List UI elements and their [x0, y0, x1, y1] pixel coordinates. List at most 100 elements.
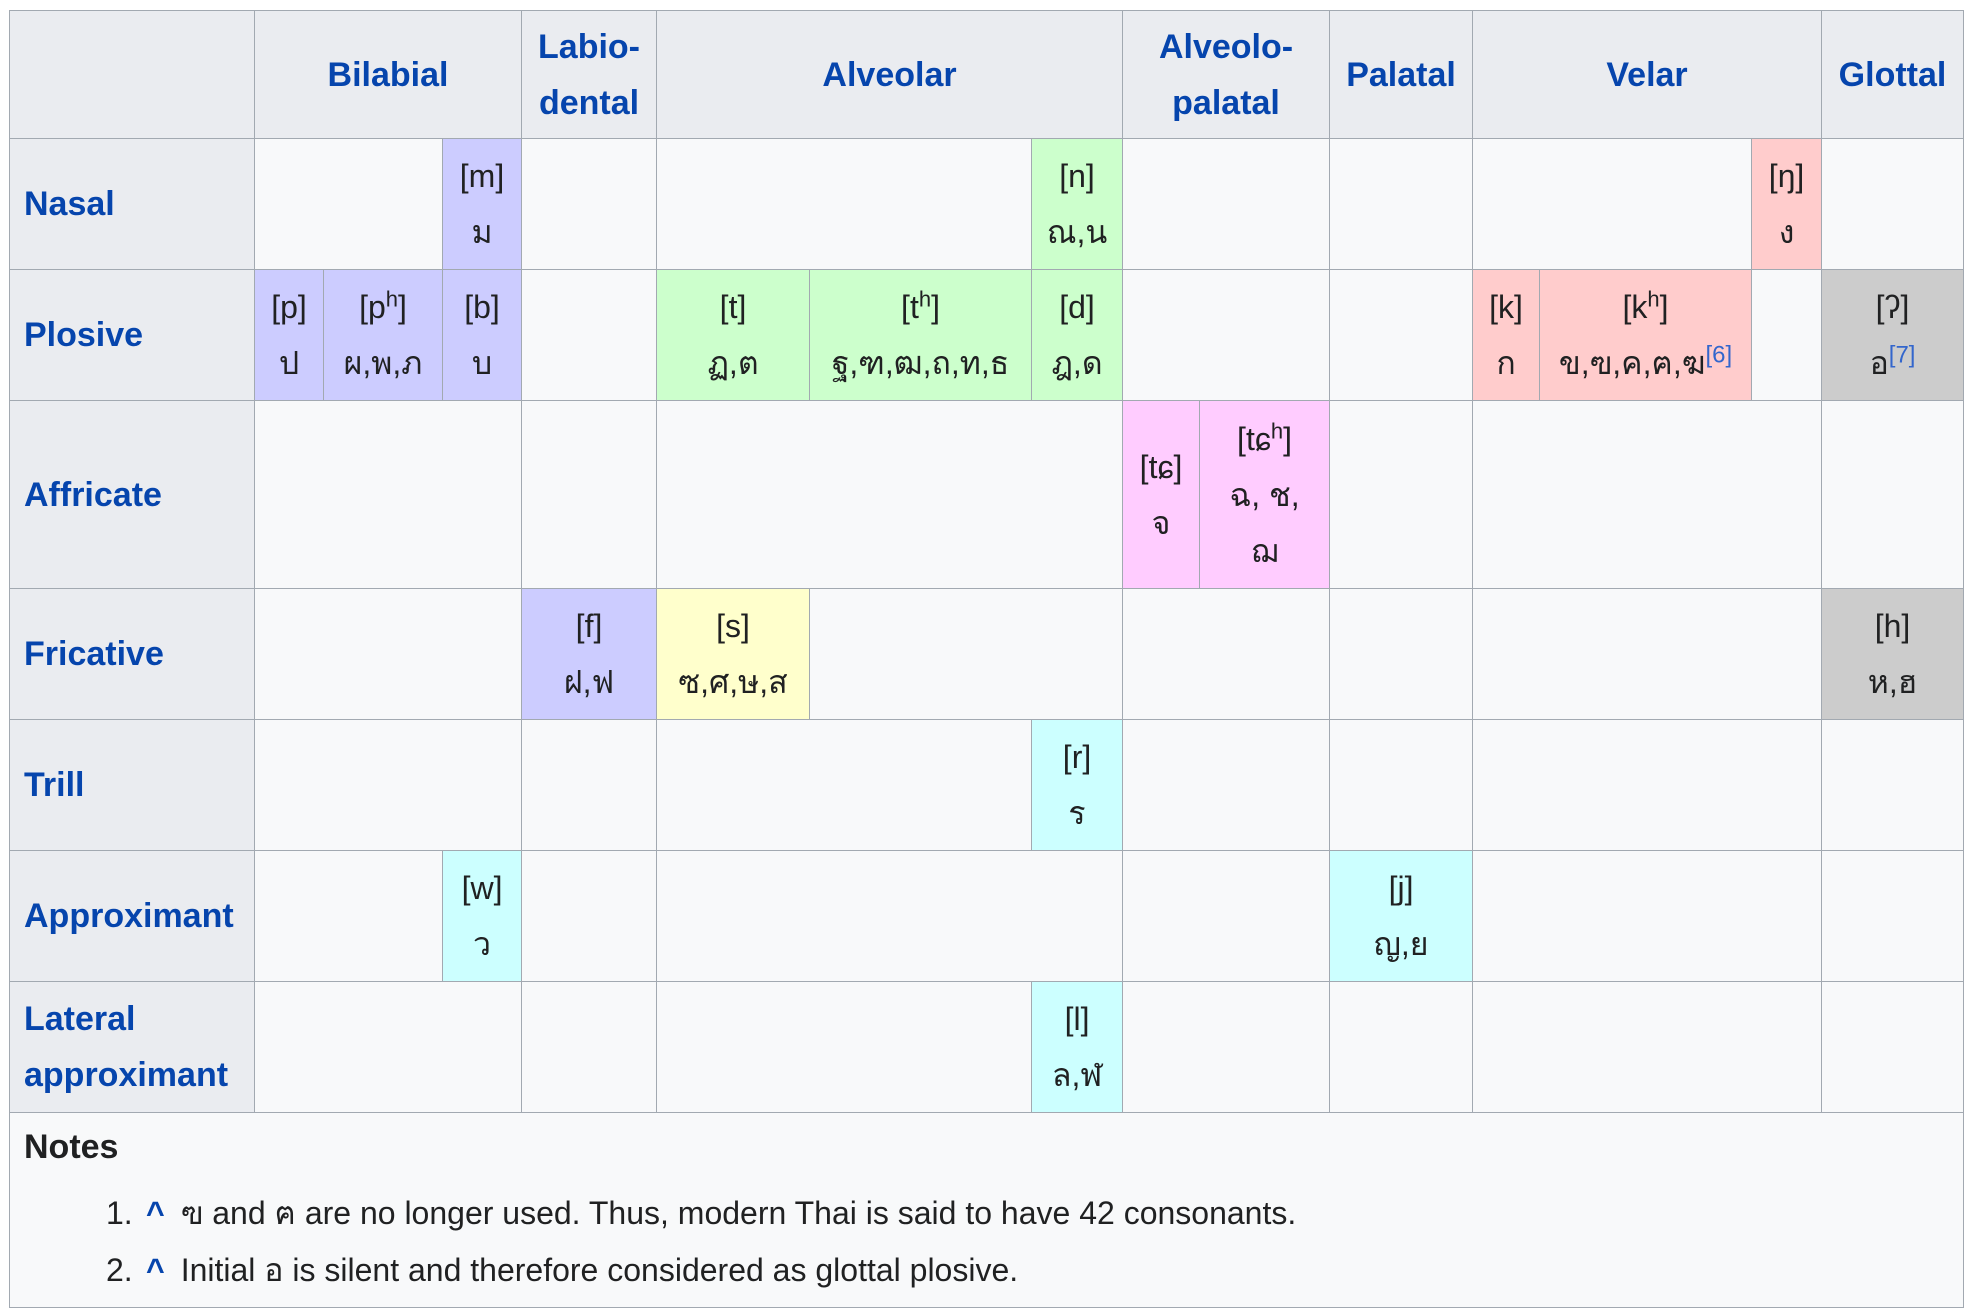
empty-cell: [1122, 981, 1331, 1114]
note-backlink[interactable]: ^: [146, 1251, 165, 1289]
phoneme-cell: [w] ว: [441, 850, 523, 983]
empty-cell: [1472, 588, 1823, 721]
thai-letters: ง: [1752, 204, 1821, 260]
row-header-label: Nasal: [24, 185, 115, 223]
empty-cell: [1329, 399, 1474, 590]
ipa-text: [t]: [719, 289, 747, 325]
ipa-text: [k]: [1489, 289, 1523, 325]
ipa-text: [tɕ: [1237, 420, 1271, 457]
column-header-label: Alveolar: [822, 55, 957, 94]
empty-cell: [809, 588, 1124, 721]
ipa-symbol: [th]: [810, 279, 1031, 335]
thai-text: ม: [471, 214, 493, 250]
thai-letters: ณ,น: [1032, 204, 1122, 260]
phoneme-cell: [ʔ] อ[7]: [1821, 269, 1965, 401]
empty-cell: [253, 719, 523, 852]
ipa-symbol: [h]: [1822, 598, 1963, 654]
note-backlink[interactable]: ^: [146, 1194, 165, 1232]
column-header-label: Labio-: [538, 27, 640, 66]
thai-text: ข,ฃ,ค,ฅ,ฆ: [1558, 345, 1706, 381]
footnote-ref-link[interactable]: [7]: [1889, 341, 1916, 368]
column-header: Glottal: [1821, 10, 1965, 139]
empty-cell: [1472, 138, 1753, 270]
ipa-superscript: h: [385, 286, 399, 312]
ipa-symbol: [j]: [1330, 860, 1472, 916]
ipa-text-end: ]: [1659, 289, 1669, 325]
thai-text: บ: [471, 345, 493, 381]
phoneme-cell: [h] ห,ฮ: [1821, 588, 1965, 721]
footnote-ref-link[interactable]: [6]: [1706, 341, 1733, 368]
table-row: Nasal [m] ม [n] ณ,น [ŋ] ง: [9, 138, 1965, 270]
thai-letters: ญ,ย: [1330, 916, 1472, 972]
empty-cell: [1122, 138, 1331, 270]
ipa-symbol: [t]: [657, 279, 809, 335]
phoneme-cell: [th] ฐ,ฑ,ฒ,ถ,ท,ธ: [809, 269, 1033, 401]
thai-letters: ล,ฬ: [1032, 1047, 1122, 1103]
phoneme-cell: [t] ฏ,ต: [656, 269, 811, 401]
column-header-label: Bilabial: [327, 55, 449, 94]
row-header-label: Affricate: [24, 475, 162, 514]
header-row: Bilabial Labio-dental Alveolar Alveolo-pala…: [9, 10, 1965, 139]
ipa-text: [r]: [1062, 739, 1092, 776]
ipa-text: [b]: [464, 289, 500, 325]
notes-list: 1. ^ ฃ and ฅ are no longer used. Thus, m…: [24, 1194, 1963, 1289]
thai-letters: ก: [1473, 335, 1539, 391]
ipa-text: [d]: [1059, 289, 1095, 325]
thai-letters: ฏ,ต: [657, 335, 809, 391]
note-item: 2. ^ Initial อ is silent and therefore c…: [106, 1251, 1963, 1289]
note-number: 2.: [106, 1251, 133, 1288]
empty-cell: [1472, 981, 1823, 1114]
column-header-label: Velar: [1606, 55, 1688, 94]
column-header-label: dental: [538, 83, 640, 122]
empty-cell: [1472, 850, 1823, 983]
ipa-text-end: ]: [398, 289, 407, 325]
empty-cell: [1821, 138, 1965, 270]
thai-letters: ร: [1032, 785, 1122, 841]
empty-cell: [656, 399, 1124, 590]
ipa-text: [f]: [575, 608, 603, 645]
column-header: Palatal: [1329, 10, 1474, 139]
note-text: ฃ and ฅ are no longer used. Thus, modern…: [180, 1195, 1297, 1232]
ipa-superscript: h: [1647, 286, 1660, 312]
empty-cell: [1821, 719, 1965, 852]
column-header-label: Alveolo-: [1158, 27, 1294, 66]
column-header-label: Glottal: [1838, 55, 1947, 94]
notes-row: Notes 1. ^ ฃ and ฅ are no longer used. T…: [8, 1112, 1965, 1308]
thai-letters: ม: [443, 204, 521, 260]
empty-cell: [1821, 981, 1965, 1114]
ipa-symbol: [kh]: [1540, 279, 1751, 335]
thai-text: ฐ,ฑ,ฒ,ถ,ท,ธ: [831, 345, 1010, 381]
ipa-symbol: [b]: [443, 279, 521, 335]
ipa-symbol: [f]: [522, 598, 656, 654]
empty-cell: [1821, 850, 1965, 983]
phoneme-cell: [kh] ข,ฃ,ค,ฅ,ฆ[6]: [1539, 269, 1753, 401]
thai-text: ก: [1496, 345, 1516, 381]
thai-text: ณ,น: [1046, 214, 1108, 250]
row-header: Affricate: [9, 399, 255, 590]
row-header-label: Trill: [24, 766, 85, 805]
ipa-symbol: [r]: [1032, 729, 1122, 785]
column-header: Bilabial: [253, 10, 523, 139]
empty-cell: [253, 399, 523, 590]
ipa-symbol: [s]: [657, 598, 809, 654]
ipa-symbol: [m]: [443, 148, 521, 204]
empty-cell: [656, 850, 1124, 983]
note-item: 1. ^ ฃ and ฅ are no longer used. Thus, m…: [106, 1194, 1963, 1232]
thai-text: อ: [1869, 345, 1889, 381]
ipa-text: [ŋ]: [1768, 158, 1805, 194]
table-row: Affricate [tɕ] จ [tɕh] ฉ, ช, ฌ: [9, 399, 1965, 590]
ipa-symbol: [p]: [255, 279, 323, 335]
empty-cell: [254, 138, 443, 270]
empty-cell: [1329, 719, 1474, 852]
thai-letters: ฌ: [1250, 532, 1279, 569]
ipa-symbol: [ŋ]: [1752, 148, 1821, 204]
thai-text: ป: [278, 345, 300, 381]
ipa-text-end: ]: [931, 289, 940, 325]
thai-letters: ฉ, ช,: [1229, 476, 1300, 513]
phoneme-cell: [r] ร: [1031, 719, 1124, 852]
ipa-text: [p]: [271, 289, 307, 325]
row-header-label: approximant: [24, 1056, 229, 1095]
row-header: Trill: [9, 719, 255, 852]
thai-text: ผ,พ,ภ: [343, 345, 423, 381]
empty-cell: [1122, 269, 1331, 401]
